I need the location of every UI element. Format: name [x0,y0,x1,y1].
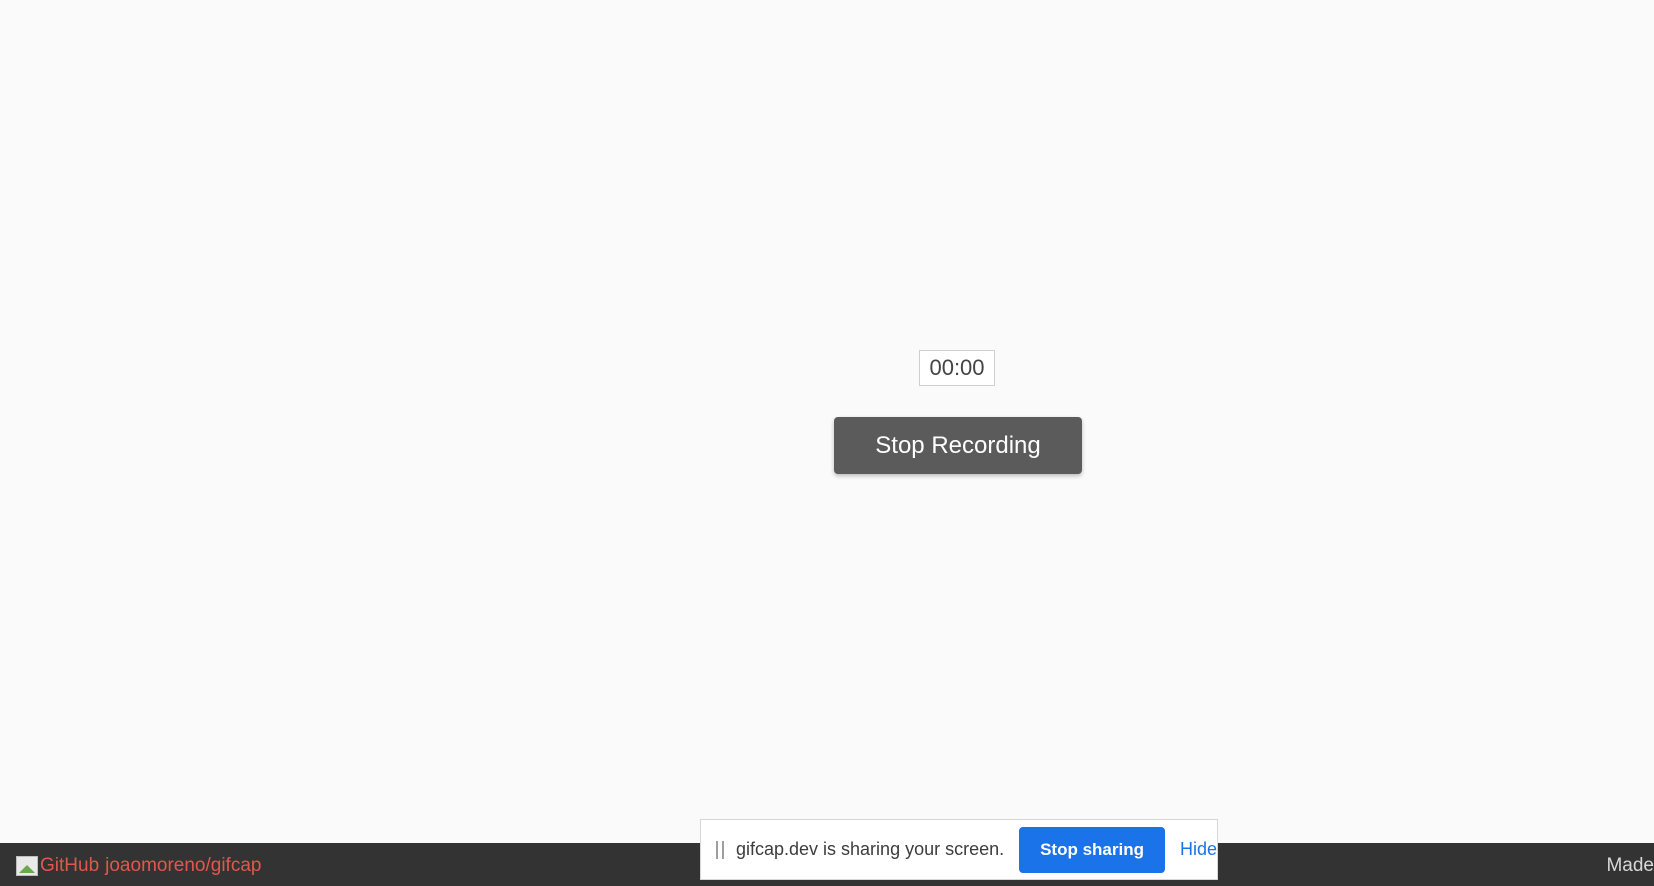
page: 00:00 Stop Recording GitHub joaomoreno/g… [0,0,1654,886]
sharing-message: gifcap.dev is sharing your screen. [735,839,1005,859]
drag-handle-icon[interactable] [716,840,724,859]
made-by-text: Made [1606,855,1654,876]
recording-timer: 00:00 [919,350,995,386]
broken-image-icon [16,856,38,876]
screen-sharing-bar: gifcap.dev is sharing your screen. Stop … [700,819,1218,880]
hide-button[interactable]: Hide [1180,839,1217,860]
github-repo-link[interactable]: GitHub joaomoreno/gifcap [16,855,261,877]
stop-sharing-button[interactable]: Stop sharing [1019,826,1165,873]
github-logo-image: GitHub [16,855,99,877]
stop-recording-button[interactable]: Stop Recording [834,417,1082,474]
repo-link-label: joaomoreno/gifcap [105,855,262,876]
github-logo-alt-text: GitHub [40,855,100,876]
